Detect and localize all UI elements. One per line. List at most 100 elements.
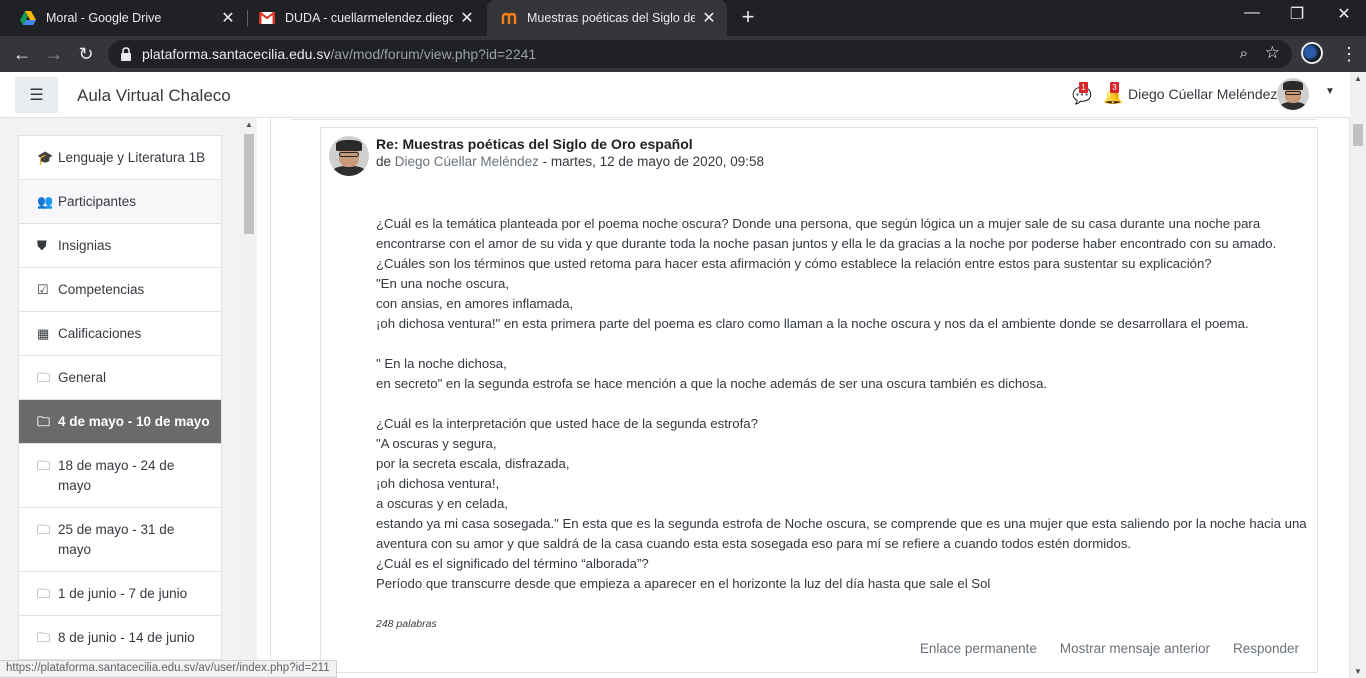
nav-item-participants[interactable]: 👥 Participantes	[19, 180, 221, 224]
user-name[interactable]: Diego Cúellar Meléndez	[1128, 86, 1277, 102]
message-line: ¿Cuál es el significado del término “alb…	[376, 556, 649, 571]
user-menu-caret-icon[interactable]: ▼	[1325, 86, 1335, 97]
message-blank-line	[376, 394, 1316, 414]
reply-link[interactable]: Responder	[1233, 641, 1299, 656]
hamburger-icon: ☰	[29, 87, 44, 104]
nav-drawer: 🎓 Lenguaje y Literatura 1B 👥 Participant…	[0, 118, 257, 678]
tab-title: Muestras poéticas del Siglo de Oro	[527, 11, 695, 25]
folder-icon: 🗀	[37, 414, 51, 429]
browser-menu-icon[interactable]: ⋮	[1340, 42, 1358, 66]
post-byline: de Diego Cúellar Meléndez - martes, 12 d…	[376, 154, 764, 169]
close-tab-icon[interactable]: ✕	[220, 8, 236, 28]
message-line: a oscuras y en celada,	[376, 496, 508, 511]
message-line: ¡oh dichosa ventura!,	[376, 476, 500, 491]
restore-icon[interactable]: ❐	[1287, 4, 1307, 24]
post-message: ¿Cuál es la temática planteada por el po…	[376, 214, 1316, 594]
tab-gmail[interactable]: DUDA - cuellarmelendez.diego@ ✕	[245, 0, 485, 36]
message-line: "A oscuras y segura,	[376, 436, 497, 451]
profile-avatar[interactable]	[1301, 42, 1323, 64]
new-tab-icon[interactable]: +	[738, 6, 758, 30]
scroll-up-icon[interactable]: ▲	[245, 120, 253, 129]
tab-google-drive[interactable]: Moral - Google Drive ✕	[6, 0, 246, 36]
tab-title: Moral - Google Drive	[46, 11, 162, 25]
scrollbar-thumb[interactable]	[1353, 124, 1363, 146]
lock-icon	[120, 47, 132, 61]
google-drive-icon	[20, 10, 36, 26]
scroll-up-icon[interactable]: ▲	[1354, 74, 1362, 83]
link-status-bubble: https://plataforma.santacecilia.edu.sv/a…	[0, 660, 337, 678]
nav-item-label: Competencias	[58, 282, 145, 297]
tab-title: DUDA - cuellarmelendez.diego@	[285, 11, 453, 25]
message-line: ¿Cuáles son los términos que usted retom…	[376, 256, 1212, 271]
close-tab-icon[interactable]: ✕	[459, 8, 475, 28]
permalink-link[interactable]: Enlace permanente	[920, 641, 1037, 656]
scroll-down-icon[interactable]: ▼	[1354, 667, 1362, 676]
nav-item-label: Lenguaje y Literatura 1B	[58, 150, 206, 165]
message-line: por la secreta escala, disfrazada,	[376, 456, 570, 471]
bookmark-star-icon[interactable]: ☆	[1265, 43, 1280, 63]
site-header: ☰ Aula Virtual Chaleco 💬 1 🔔 3 Diego Cúe…	[0, 72, 1350, 118]
message-line: "En una noche oscura,	[376, 276, 509, 291]
nav-item-week[interactable]: 🗀 25 de mayo - 31 de mayo	[19, 508, 221, 572]
site-name[interactable]: Aula Virtual Chaleco	[77, 86, 231, 106]
nav-item-competencies[interactable]: ☑ Competencias	[19, 268, 221, 312]
drawer-toggle-button[interactable]: ☰	[15, 77, 58, 113]
folder-icon: 🗀	[37, 586, 51, 601]
browser-tabstrip: Moral - Google Drive ✕ DUDA - cuellarmel…	[0, 0, 1366, 36]
scrollbar-thumb[interactable]	[244, 134, 254, 234]
url-host: plataforma.santacecilia.edu.sv	[142, 46, 331, 62]
nav-item-week-active[interactable]: 🗀 4 de mayo - 10 de mayo	[19, 400, 221, 444]
nav-item-badges[interactable]: ⛊ Insignias	[19, 224, 221, 268]
checkbox-icon: ☑	[37, 282, 49, 297]
nav-item-grades[interactable]: ▦ Calificaciones	[19, 312, 221, 356]
post-author-link[interactable]: Diego Cúellar Meléndez	[395, 154, 539, 169]
drawer-scrollbar[interactable]: ▲ ▼	[242, 118, 256, 678]
message-line: ¡oh dichosa ventura!" en esta primera pa…	[376, 316, 1249, 331]
back-icon[interactable]: ←	[10, 42, 34, 66]
nav-item-label: 4 de mayo - 10 de mayo	[58, 414, 210, 429]
moodle-icon	[501, 10, 517, 26]
nav-item-general[interactable]: 🗀 General	[19, 356, 221, 400]
nav-item-week[interactable]: 🗀 1 de junio - 7 de junio	[19, 572, 221, 616]
nav-item-label: Calificaciones	[58, 326, 142, 341]
message-blank-line	[376, 334, 1316, 354]
main-region: Re: Muestras poéticas del Siglo de Oro e…	[270, 118, 1350, 678]
zoom-icon[interactable]: ⌕	[1240, 45, 1248, 62]
message-line: " En la noche dichosa,	[376, 356, 507, 371]
tab-forum-active[interactable]: Muestras poéticas del Siglo de Oro ✕	[487, 0, 727, 36]
minimize-icon[interactable]: —	[1242, 4, 1262, 22]
address-bar[interactable]: plataforma.santacecilia.edu.sv/av/mod/fo…	[108, 40, 1292, 68]
nav-item-label: General	[58, 370, 107, 385]
notifications-badge: 3	[1110, 82, 1119, 93]
folder-icon: 🗀	[37, 458, 51, 473]
nav-item-week[interactable]: 🗀 8 de junio - 14 de junio	[19, 616, 221, 660]
shield-icon: ⛊	[37, 238, 47, 253]
user-avatar[interactable]	[1277, 78, 1309, 110]
graduation-cap-icon: 🎓	[37, 150, 54, 165]
forum-post: Re: Muestras poéticas del Siglo de Oro e…	[320, 127, 1318, 673]
messages-badge: 1	[1079, 82, 1088, 93]
url-path: /av/mod/forum/view.php?id=2241	[330, 46, 537, 62]
nav-item-label: 18 de mayo - 24 de mayo	[58, 458, 175, 493]
close-window-icon[interactable]: ✕	[1334, 4, 1354, 24]
reload-icon[interactable]: ↻	[74, 42, 98, 66]
message-line: Período que transcurre desde que empieza…	[376, 576, 991, 591]
close-tab-icon[interactable]: ✕	[701, 8, 717, 28]
author-avatar[interactable]	[329, 136, 369, 176]
nav-item-week[interactable]: 🗀 18 de mayo - 24 de mayo	[19, 444, 221, 508]
page-scrollbar[interactable]: ▲ ▼	[1350, 72, 1366, 678]
nav-item-label: 25 de mayo - 31 de mayo	[58, 522, 175, 557]
post-date: - martes, 12 de mayo de 2020, 09:58	[538, 154, 764, 169]
message-line: ¿Cuál es la interpretación que usted hac…	[376, 416, 758, 431]
forward-icon[interactable]: →	[42, 42, 66, 66]
nav-item-course[interactable]: 🎓 Lenguaje y Literatura 1B	[19, 136, 221, 180]
message-line: en secreto" en la segunda estrofa se hac…	[376, 376, 1048, 391]
divider	[291, 118, 1317, 120]
nav-item-label: 8 de junio - 14 de junio	[58, 630, 195, 645]
post-subject: Re: Muestras poéticas del Siglo de Oro e…	[376, 136, 693, 152]
folder-icon: 🗀	[37, 370, 51, 385]
nav-item-label: Insignias	[58, 238, 112, 253]
users-icon: 👥	[37, 194, 54, 209]
show-parent-link[interactable]: Mostrar mensaje anterior	[1060, 641, 1210, 656]
word-count: 248 palabras	[376, 618, 437, 630]
